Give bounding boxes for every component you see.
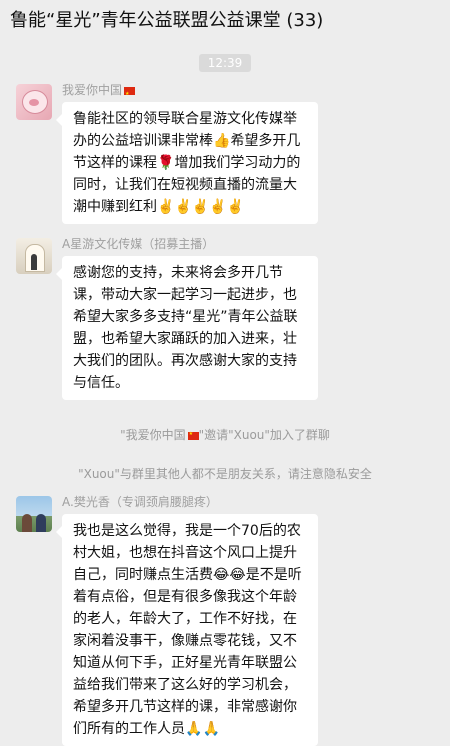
sender-name: A.樊光香（专调颈肩腰腿疼） [62,495,218,509]
message-2: A星游文化传媒（招募主播） 感谢您的支持，未来将会多开几节课，带动大家一起学习一… [0,237,450,400]
rose-icon: 🌹 [157,155,175,171]
invite-text-a: "我爱你中国 [120,428,186,442]
victory-hand-icon: ✌️ [157,199,175,215]
system-invite-notice: "我爱你中国 "邀请"Xuou"加入了群聊 [0,426,450,443]
avatar-snout [29,99,39,106]
victory-hand-icon: ✌️ [174,199,192,215]
chat-title: 鲁能“星光”青年公益联盟公益课堂 (33) [10,10,324,31]
laughing-icon: 😂 [213,567,230,583]
message-bubble[interactable]: 我也是这么觉得，我是一个70后的农村大姐，也想在抖音这个风口上提升自己，同时赚点… [56,514,318,746]
arch-person-avatar[interactable] [16,238,52,274]
avatar-person-right [36,514,46,532]
pig-avatar[interactable] [16,84,52,120]
victory-hand-icon: ✌️ [226,199,245,215]
sender-name: 我爱你中国 [62,82,318,102]
avatar-person [31,254,37,270]
message-bubble[interactable]: 感谢您的支持，未来将会多开几节课，带动大家一起学习一起进步，也希望大家多多支持“… [56,256,318,400]
system-privacy-notice: "Xuou"与群里其他人都不是朋友关系，请注意隐私安全 [78,467,372,481]
praying-hands-icon: 🙏 [202,721,220,737]
avatar-person-left [22,514,32,532]
message-text: 是不是听着有点俗，但是有很多像我这个年龄的老人，年龄大了，工作不好找，在家闲着没… [73,567,302,737]
message-1: 我爱你中国 鲁能社区的领导联合星游文化传媒举办的公益培训课非常棒👍希望多开几节这… [0,82,450,224]
message-text: 感谢您的支持，未来将会多开几节课，带动大家一起学习一起进步，也希望大家多多支持“… [73,265,298,391]
couple-avatar[interactable] [16,496,52,532]
timestamp: 12:39 [198,54,252,72]
victory-hand-icon: ✌️ [191,199,210,215]
invite-text-b: "邀请"Xuou"加入了群聊 [198,428,330,442]
message-bubble[interactable]: 鲁能社区的领导联合星游文化传媒举办的公益培训课非常棒👍希望多开几节这样的课程🌹增… [56,102,318,224]
message-3: A.樊光香（专调颈肩腰腿疼） 我也是这么觉得，我是一个70后的农村大姐，也想在抖… [0,495,450,746]
sender-name: A星游文化传媒（招募主播） [62,237,215,251]
victory-hand-icon: ✌️ [209,199,227,215]
sender-name-text: 我爱你中国 [62,83,123,97]
praying-hands-icon: 🙏 [185,721,203,737]
thumbs-up-icon: 👍 [213,133,231,149]
china-flag-icon [187,431,199,440]
china-flag-icon [124,86,136,102]
laughing-icon: 😂 [229,567,246,583]
